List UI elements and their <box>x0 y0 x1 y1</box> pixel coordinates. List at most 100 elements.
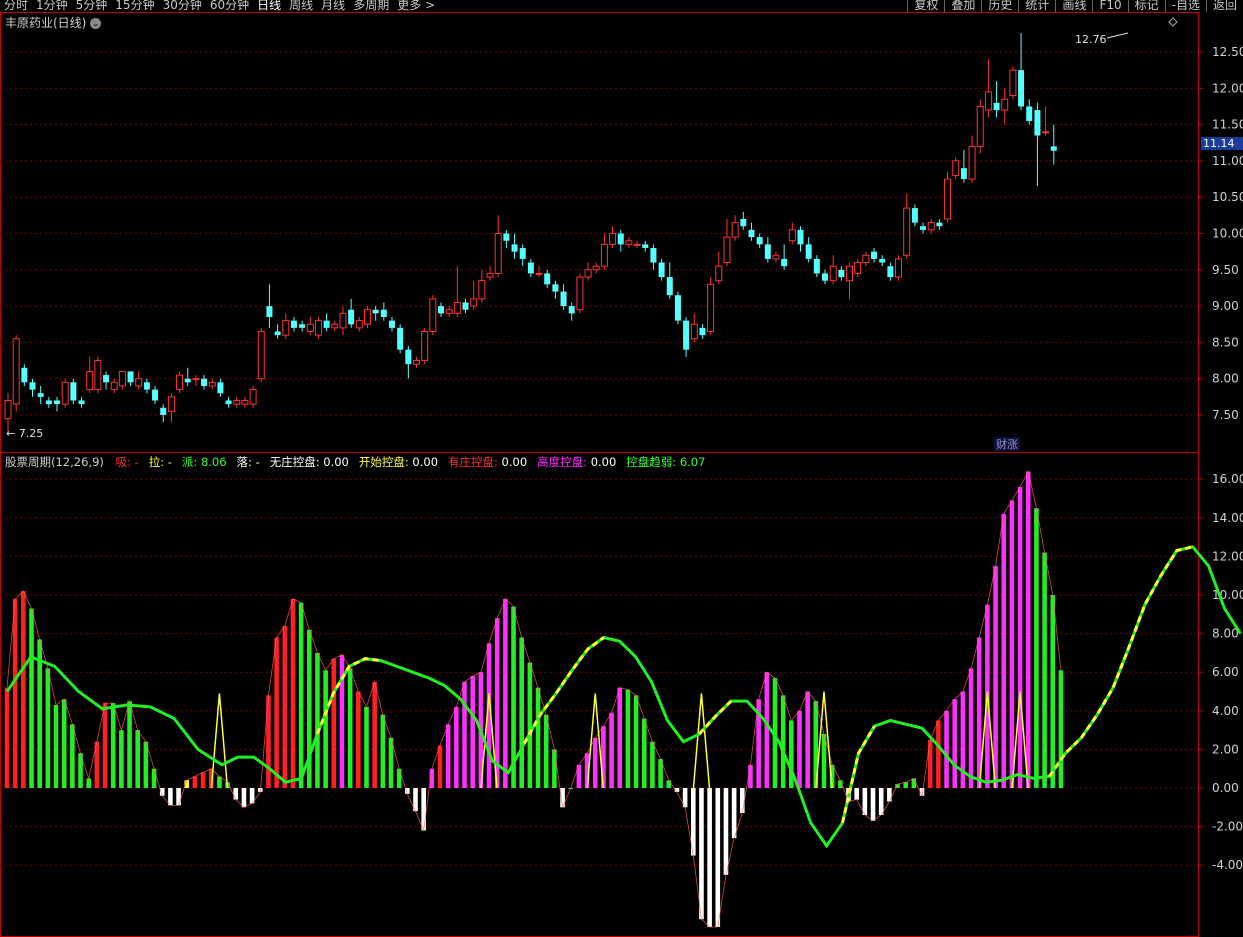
indicator-bar <box>1050 595 1056 788</box>
indicator-tick-label: 8.00 <box>1212 627 1239 641</box>
indicator-bar <box>119 730 124 788</box>
event-marker-box <box>994 437 1020 451</box>
indicator-bar <box>421 788 426 831</box>
candle-body-down <box>397 327 404 350</box>
candle-body-down <box>290 320 297 328</box>
price-tick-label: 11.50 <box>1212 118 1243 132</box>
indicator-bar <box>200 772 206 788</box>
indicator-bar <box>535 687 541 788</box>
candle-body-up <box>421 331 429 362</box>
indicator-bar <box>372 681 377 788</box>
candle-body-up <box>486 272 494 278</box>
indicator-envelope-line <box>6 470 1062 928</box>
price-tick-label: 10.50 <box>1212 190 1243 204</box>
candle-body-up <box>12 338 20 405</box>
low-price-label: ← 7.25 <box>6 427 43 440</box>
indicator-bar <box>241 788 247 808</box>
candle-body-down <box>674 295 681 321</box>
price-tick-label: 12.00 <box>1212 81 1243 95</box>
indicator-bar <box>445 724 451 788</box>
candle-body-up <box>249 389 257 405</box>
trend-line-rising <box>1048 545 1194 778</box>
indicator-tick-label: 4.00 <box>1212 704 1239 718</box>
candle-body-up <box>331 323 339 329</box>
diamond-icon <box>1168 17 1178 27</box>
indicator-bar <box>61 699 67 788</box>
candle-body-down <box>756 237 763 245</box>
indicator-tick-label: -2.00 <box>1212 820 1243 834</box>
indicator-bar <box>282 625 288 788</box>
candle-body-up <box>625 240 633 245</box>
candle-body-down <box>740 218 747 227</box>
candle-body-up <box>192 378 200 381</box>
candle-body-up <box>86 370 94 391</box>
candle-body-down <box>299 324 306 328</box>
candle-body-down <box>658 262 665 278</box>
indicator-bar <box>780 695 786 788</box>
candle-body-down <box>805 244 812 259</box>
legend-item-2: 派: 8.06 <box>181 455 227 469</box>
candle-body-down <box>764 244 771 259</box>
legend-item-0: 吸: - <box>115 455 139 469</box>
candle-body-down <box>438 306 445 314</box>
chevron-down-icon[interactable]: ⌄ <box>90 18 102 29</box>
candle-body-down <box>29 382 36 390</box>
indicator-bar <box>715 788 721 927</box>
candle-body-down <box>527 262 534 274</box>
indicator-bar <box>731 788 737 839</box>
indicator-bar <box>1009 500 1015 788</box>
indicator-bar <box>347 668 353 788</box>
candle-body-down <box>160 407 167 415</box>
candle-body-down <box>911 208 918 223</box>
indicator-bar <box>617 687 623 788</box>
indicator-bar <box>53 705 59 788</box>
indicator-bar <box>274 637 279 788</box>
indicator-bar <box>151 768 157 788</box>
indicator-bar <box>854 788 859 800</box>
candle-body-down <box>920 226 927 230</box>
indicator-bar <box>298 602 304 788</box>
candle-body-up <box>241 399 249 405</box>
indicator-bar <box>944 710 949 788</box>
candle-body-up <box>846 265 854 282</box>
candle-body-up <box>118 370 126 387</box>
indicator-tick-label: 12.00 <box>1212 549 1243 563</box>
indicator-bar <box>110 703 116 788</box>
indicator-bar <box>543 714 549 788</box>
indicator-tick-label: 6.00 <box>1212 665 1239 679</box>
indicator-bar <box>878 788 884 816</box>
candle-body-down <box>225 400 232 405</box>
indicator-bar <box>740 788 745 814</box>
candle-body-up <box>576 276 584 311</box>
candle-body-up <box>314 320 322 336</box>
candle-body-down <box>993 102 1000 111</box>
candle-body-up <box>413 360 420 365</box>
indicator-bar <box>519 637 525 788</box>
indicator-bar <box>552 749 557 788</box>
candle-body-up <box>257 331 265 380</box>
candle-body-up <box>61 381 69 405</box>
indicator-tick-label: -4.00 <box>1212 858 1243 872</box>
candle-body-down <box>103 375 110 383</box>
price-tick-label: 11.00 <box>1212 154 1243 168</box>
stock-title: 丰原药业(日线) ⌄ <box>5 14 102 31</box>
price-tick-label: 7.50 <box>1212 408 1239 422</box>
candle-body-down <box>781 258 788 267</box>
indicator-bar <box>821 733 827 788</box>
indicator-bar <box>1058 670 1064 788</box>
candle-body-up <box>927 222 935 231</box>
candle-body-up <box>494 233 502 274</box>
indicator-bar <box>454 706 459 788</box>
candle-body-up <box>282 320 290 336</box>
indicator-bar <box>764 672 770 788</box>
candle-body-down <box>936 222 943 227</box>
indicator-bar <box>1017 486 1023 788</box>
indicator-bar <box>625 689 631 788</box>
candle-body-down <box>503 233 510 241</box>
high-price-label: 12.76 <box>1075 33 1107 46</box>
candle-body-down <box>871 251 878 259</box>
indicator-bar <box>396 768 402 788</box>
candle-body-up <box>854 262 862 274</box>
indicator-tick-label: 0.00 <box>1212 781 1239 795</box>
indicator-bar <box>45 668 51 788</box>
